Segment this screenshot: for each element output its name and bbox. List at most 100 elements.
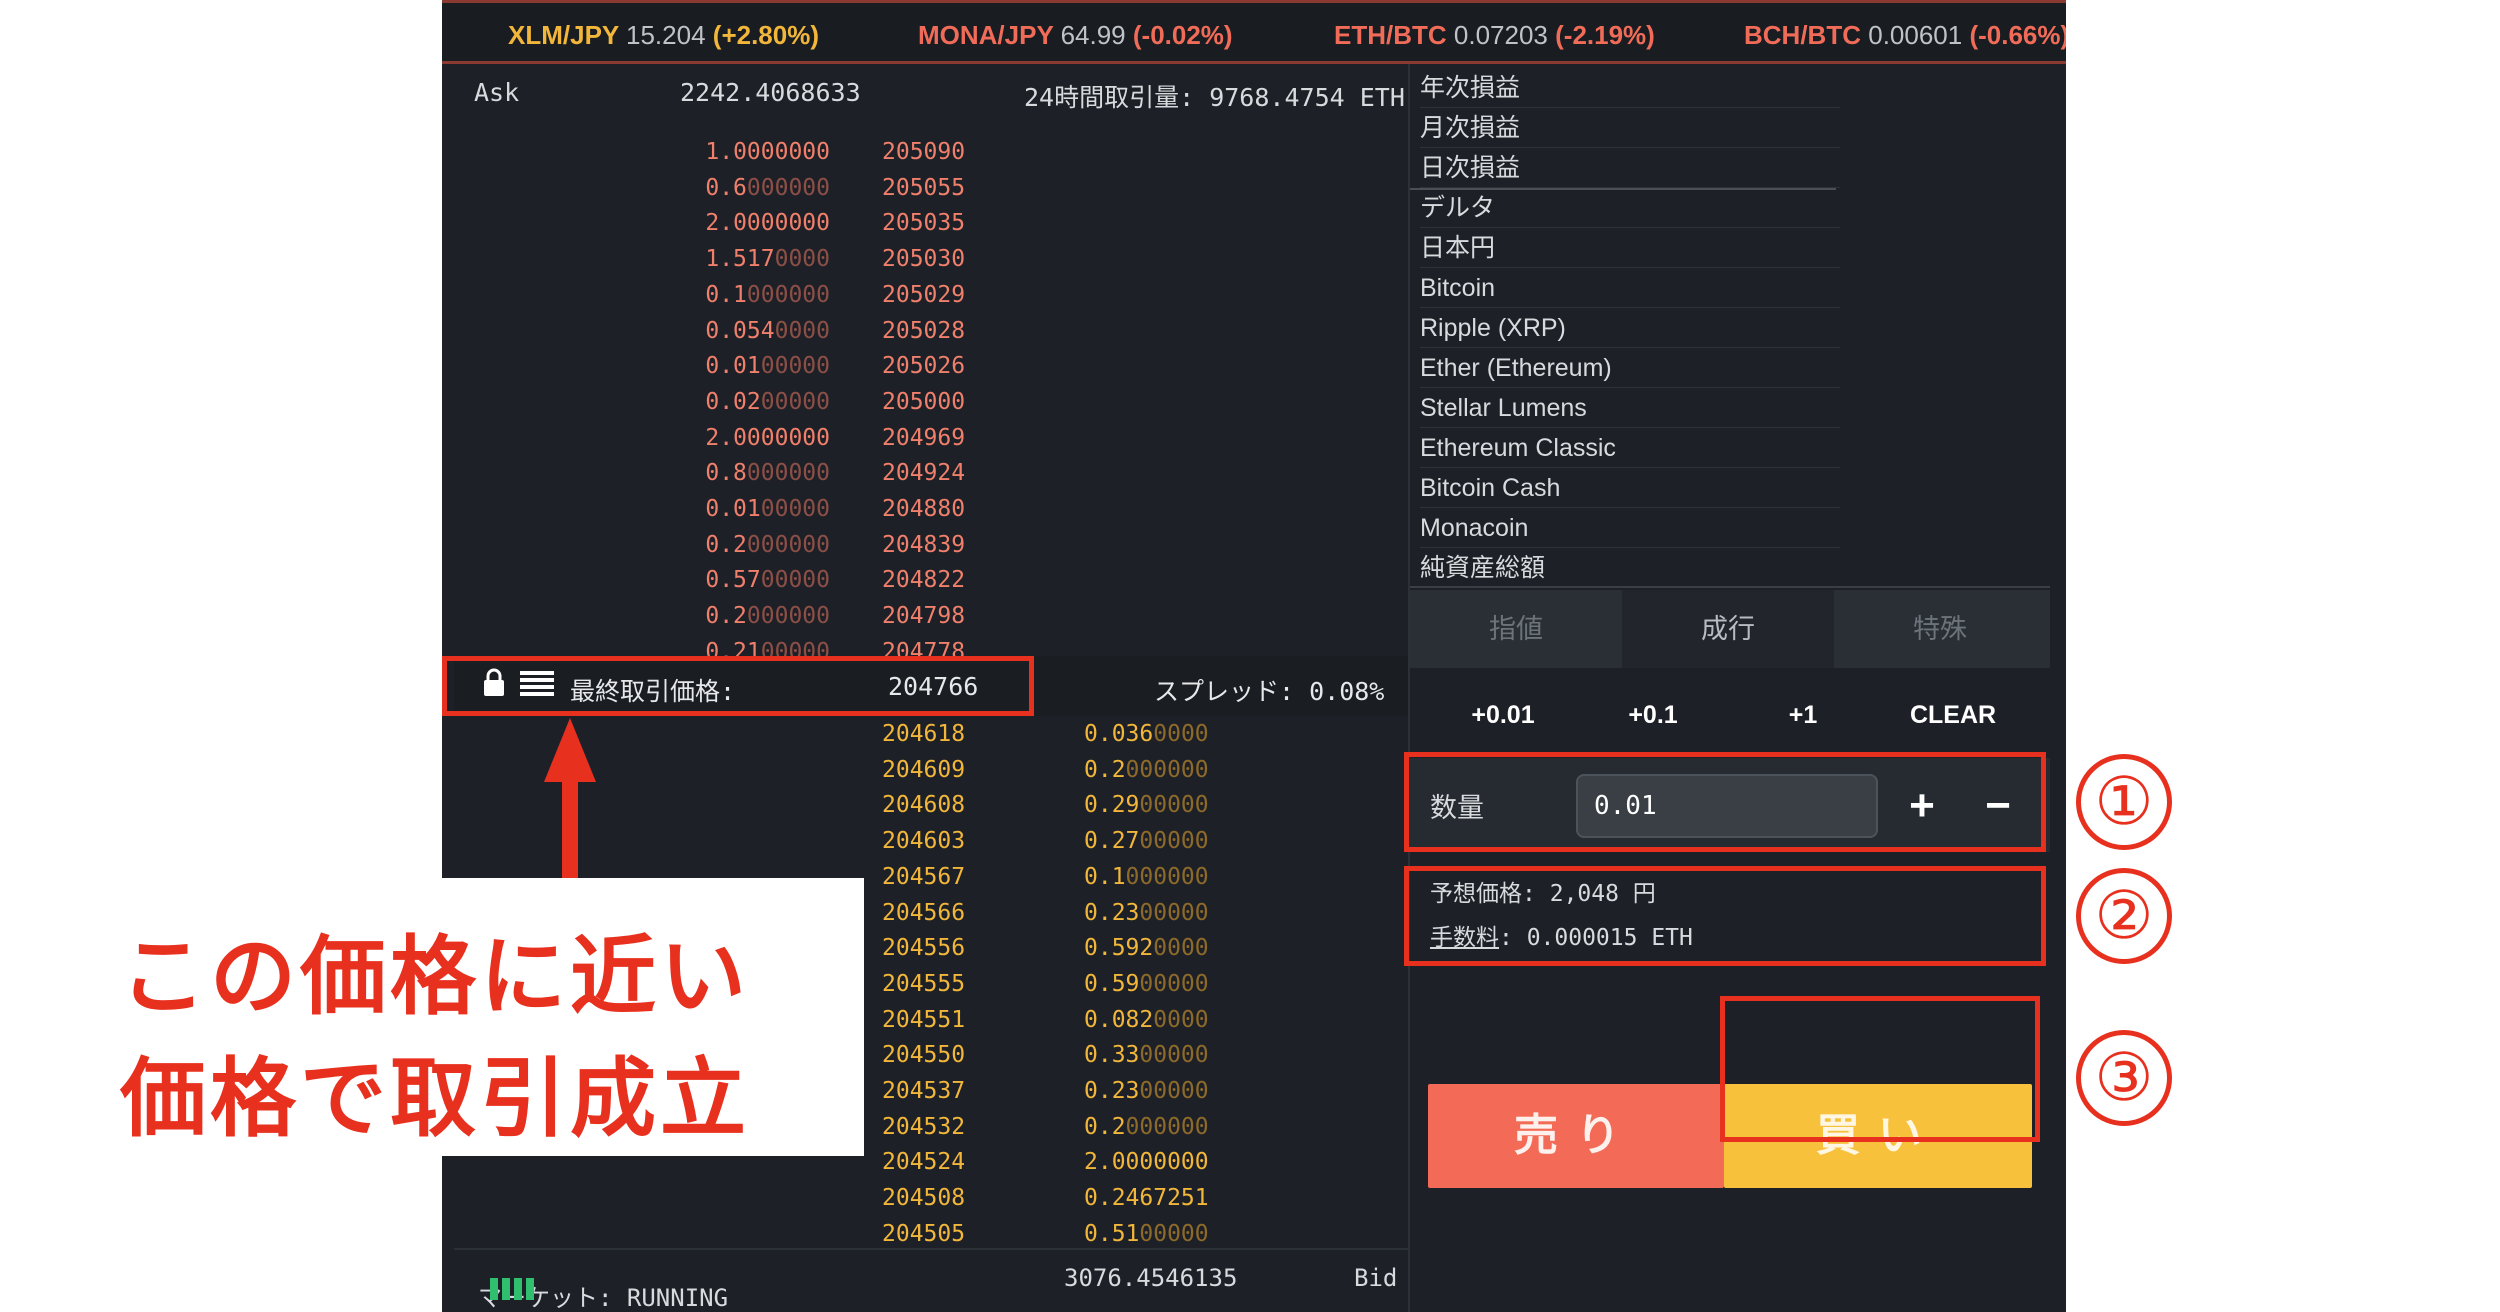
callout-line-1: この価格に近い: [120, 927, 750, 1027]
ask-price[interactable]: 204924: [882, 455, 965, 491]
bid-price[interactable]: 204532: [882, 1109, 965, 1145]
summary-item: 年次損益: [1420, 68, 1840, 108]
ask-price[interactable]: 204969: [882, 420, 965, 456]
ask-quantity: 0.5700000: [705, 567, 830, 594]
summary-item: Bitcoin Cash: [1420, 468, 1840, 508]
bid-quantity: 0.2000000: [1084, 1113, 1209, 1140]
ask-price[interactable]: 204880: [882, 491, 965, 527]
summary-item: 純資産総額: [1420, 548, 1840, 588]
bid-price[interactable]: 204551: [882, 1002, 965, 1038]
ask-quantity: 0.1000000: [705, 281, 830, 308]
volume-24h: 24時間取引量: 9768.4754 ETH: [1024, 83, 1405, 112]
bid-quantity: 0.5920000: [1084, 935, 1209, 962]
bid-price[interactable]: 204524: [882, 1144, 965, 1180]
sell-button[interactable]: 売り: [1428, 1084, 1724, 1188]
bid-price[interactable]: 204566: [882, 895, 965, 931]
bid-quantity: 0.5900000: [1084, 970, 1209, 997]
bid-quantity: 0.1000000: [1084, 863, 1209, 890]
summary-item: 日本円: [1420, 228, 1840, 268]
summary-item: Monacoin: [1420, 508, 1840, 548]
ticker-change: (-2.19%): [1555, 20, 1655, 50]
summary-item: 日次損益: [1420, 148, 1840, 188]
add-001-button[interactable]: +0.01: [1428, 690, 1578, 740]
annotation-callout: この価格に近い 価格で取引成立: [96, 878, 864, 1156]
ask-quantity: 2.0000000: [705, 210, 830, 237]
bid-quantity: 0.0820000: [1084, 1006, 1209, 1033]
clear-button[interactable]: CLEAR: [1878, 690, 2028, 740]
summary-item: Bitcoin: [1420, 268, 1840, 308]
ticker-item-bch-btc[interactable]: BCH/BTC 0.00601 (-0.66%): [1744, 3, 2066, 67]
ticker-symbol: BCH/BTC: [1744, 20, 1861, 50]
arrow-up-icon: [540, 718, 600, 878]
ask-price[interactable]: 205026: [882, 348, 965, 384]
ticker-symbol: ETH/BTC: [1334, 20, 1447, 50]
ask-quantity: 2.0000000: [705, 424, 830, 451]
bid-price[interactable]: 204603: [882, 823, 965, 859]
step3-marker: ③: [2076, 1030, 2172, 1126]
bid-quantity: 0.2000000: [1084, 756, 1209, 783]
ask-price[interactable]: 205029: [882, 277, 965, 313]
bid-price[interactable]: 204618: [882, 716, 965, 752]
bid-price[interactable]: 204608: [882, 787, 965, 823]
tab-limit[interactable]: 指値: [1410, 590, 1622, 668]
bid-total: 3076.4546135: [1064, 1264, 1238, 1292]
ask-price[interactable]: 205090: [882, 134, 965, 170]
bid-quantity: 0.2300000: [1084, 1078, 1209, 1104]
tab-special[interactable]: 特殊: [1834, 590, 2046, 668]
bid-price[interactable]: 204556: [882, 930, 965, 966]
ask-quantity: 1.5170000: [705, 246, 830, 273]
bid-price[interactable]: 204567: [882, 859, 965, 895]
bid-price[interactable]: 204505: [882, 1216, 965, 1252]
ask-price[interactable]: 205055: [882, 170, 965, 206]
ask-price[interactable]: 205028: [882, 313, 965, 349]
ticker-change: (-0.66%): [1969, 20, 2066, 50]
bid-price[interactable]: 204609: [882, 752, 965, 788]
ticker-item-xlm-jpy[interactable]: XLM/JPY 15.204 (+2.80%): [508, 3, 819, 67]
add-1-button[interactable]: +1: [1728, 690, 1878, 740]
last-price-highlight: [442, 656, 1034, 716]
bid-quantity: 0.2300000: [1084, 899, 1209, 926]
ticker-price: 0.00601: [1868, 20, 1963, 50]
step2-highlight: [1404, 866, 2046, 966]
ticker-price: 15.204: [626, 20, 706, 50]
ticker-item-eth-btc[interactable]: ETH/BTC 0.07203 (-2.19%): [1334, 3, 1655, 67]
ask-quantity: 0.8000000: [705, 460, 830, 487]
ask-total: 2242.4068633: [680, 78, 861, 107]
ask-price[interactable]: 205030: [882, 241, 965, 277]
ticker-change: (-0.02%): [1132, 20, 1233, 50]
ask-price[interactable]: 204798: [882, 598, 965, 634]
bid-price[interactable]: 204537: [882, 1073, 965, 1109]
ticker-symbol: XLM/JPY: [508, 20, 619, 50]
summary-item: デルタ: [1420, 188, 1840, 228]
signal-bars-icon: [490, 1278, 538, 1306]
ask-quantity: 1.0000000: [705, 139, 830, 165]
ticker-item-mona-jpy[interactable]: MONA/JPY 64.99 (-0.02%): [918, 3, 1233, 67]
ask-quantity: 0.0100000: [705, 496, 830, 522]
ticker-price: 64.99: [1060, 20, 1126, 50]
spread: スプレッド: 0.08%: [1154, 677, 1385, 706]
step1-highlight: [1404, 752, 2046, 852]
ask-price[interactable]: 205000: [882, 384, 965, 420]
tab-market[interactable]: 成行: [1622, 590, 1834, 668]
ask-quantity: 0.2000000: [705, 531, 830, 558]
summary-item: Ethereum Classic: [1420, 428, 1840, 468]
bid-quantity: 0.2900000: [1084, 792, 1209, 819]
ask-price[interactable]: 205035: [882, 205, 965, 241]
ask-quantity: 0.0540000: [705, 317, 830, 344]
step2-marker: ②: [2076, 868, 2172, 964]
bid-price[interactable]: 204555: [882, 966, 965, 1002]
ask-price[interactable]: 204822: [882, 562, 965, 598]
ask-quantity: 0.0200000: [705, 388, 830, 415]
bid-price[interactable]: 204550: [882, 1037, 965, 1073]
add-01-button[interactable]: +0.1: [1578, 690, 1728, 740]
bid-quantity: 0.5100000: [1084, 1220, 1209, 1247]
panel-divider: [1410, 586, 2050, 588]
bid-quantity: 0.0360000: [1084, 721, 1209, 747]
summary-item: Ether (Ethereum): [1420, 348, 1840, 388]
ask-price[interactable]: 204839: [882, 527, 965, 563]
summary-item: Ripple (XRP): [1420, 308, 1840, 348]
order-book-header: Ask 2242.4068633 24時間取引量: 9768.4754 ETH: [454, 64, 1408, 120]
ask-quantity: 0.6000000: [705, 174, 830, 201]
bid-price[interactable]: 204508: [882, 1180, 965, 1216]
order-type-tabs: 指値 成行 特殊: [1410, 590, 2050, 668]
